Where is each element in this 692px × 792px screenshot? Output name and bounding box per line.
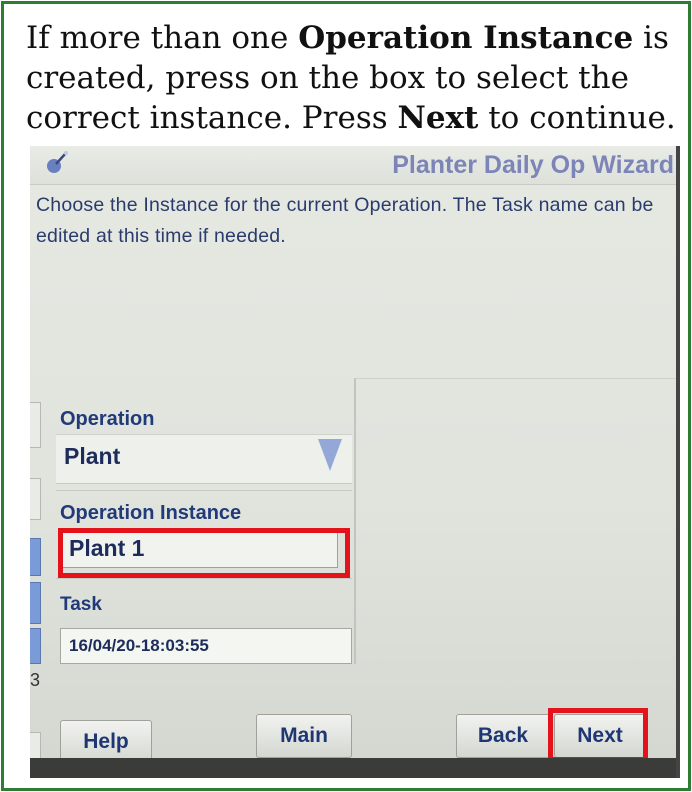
device-bezel [30,758,680,778]
left-edge-panel [30,478,41,520]
next-button-highlight [548,708,648,762]
wizard-screen: Planter Daily Op Wizard Choose the Insta… [30,146,680,778]
task-name-field[interactable]: 16/04/20-18:03:55 [60,628,352,664]
operation-instance-highlight [58,528,350,578]
instruction-line1-start: If more than one [26,20,299,56]
operation-value: Plant [64,443,121,469]
wizard-wand-icon [47,151,68,173]
instruction-next-emphasis: Next [397,100,479,136]
instruction-line1-end: is [633,20,669,56]
task-name-value: 16/04/20-18:03:55 [69,636,209,655]
instruction-operation-instance-emphasis: Operation Instance [298,20,634,56]
left-edge-panel [30,402,41,448]
left-edge-list-item[interactable] [30,628,41,664]
wizard-title: Planter Daily Op Wizard [392,151,674,179]
device-bezel-edge [676,146,680,778]
operation-dropdown[interactable]: Plant [56,434,352,484]
main-button[interactable]: Main [256,714,352,758]
operation-instance-label: Operation Instance [60,502,242,524]
instruction-line2: created, press on the box to select the [26,60,629,96]
divider [56,578,352,579]
wizard-title-bar: Planter Daily Op Wizard [30,146,680,185]
divider [56,490,352,491]
device-screen-photo: Planter Daily Op Wizard Choose the Insta… [30,146,680,778]
instruction-line3-end: to continue. [478,100,676,136]
left-edge-list-item[interactable] [30,538,41,576]
back-button[interactable]: Back [456,714,550,758]
task-label: Task [60,594,102,615]
left-edge-list-item[interactable] [30,582,41,624]
wizard-description: Choose the Instance for the current Oper… [36,194,654,247]
dropdown-arrow-icon[interactable] [318,439,342,471]
instruction-line3-start: correct instance. Press [26,100,398,136]
instruction-text: If more than one Operation Instance is c… [26,18,676,138]
empty-right-panel [356,378,676,665]
left-edge-number: 3 [30,670,41,690]
operation-form-panel: Operation Plant Operation Instance Plant… [54,378,356,664]
operation-label: Operation [60,408,155,430]
